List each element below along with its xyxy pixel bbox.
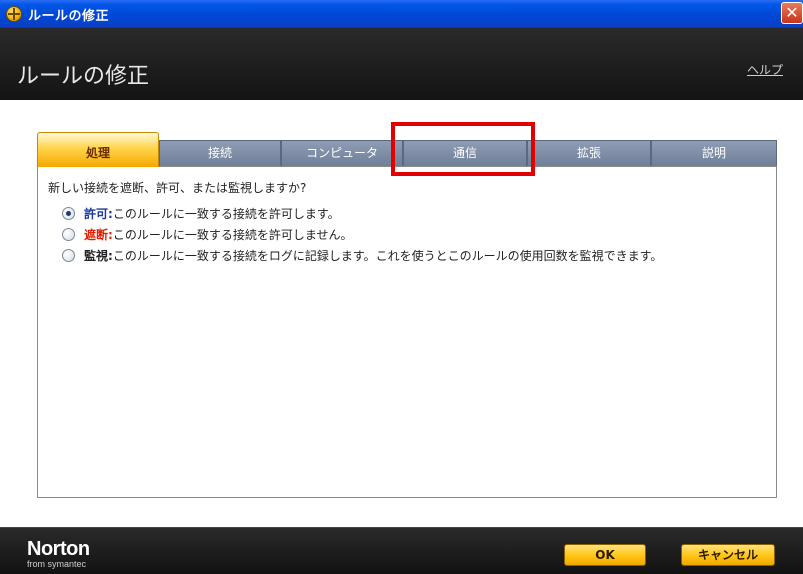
norton-logo: Norton (27, 538, 90, 560)
option-block-keyword: 遮断: (84, 228, 113, 242)
option-allow-keyword: 許可: (84, 207, 113, 221)
window-title: ルールの修正 (28, 9, 110, 24)
cancel-button[interactable]: キャンセル (681, 544, 775, 566)
tab-content-panel: 新しい接続を遮断、許可、または監視しますか? 許可:このルールに一致する接続を許… (37, 166, 777, 498)
option-monitor-label: このルールに一致する接続をログに記録します。これを使うとこのルールの使用回数を監… (112, 249, 663, 263)
dialog-footer: Norton from symantec OK キャンセル (0, 527, 803, 574)
option-monitor-keyword: 監視: (84, 249, 113, 263)
close-button[interactable]: ✕ (781, 2, 803, 24)
radio-block[interactable] (62, 228, 75, 241)
radio-monitor[interactable] (62, 249, 75, 262)
tab-advanced[interactable]: 拡張 (527, 140, 651, 166)
help-link[interactable]: ヘルプ (747, 61, 783, 78)
radio-allow[interactable] (62, 207, 75, 220)
tab-connection[interactable]: 接続 (159, 140, 281, 166)
tab-computers[interactable]: コンピュータ (281, 140, 403, 166)
question-text: 新しい接続を遮断、許可、または監視しますか? (48, 181, 307, 195)
page-title: ルールの修正 (17, 63, 150, 88)
dialog-header: ルールの修正 ヘルプ (0, 28, 803, 100)
norton-globe-icon (6, 6, 22, 22)
tab-description[interactable]: 説明 (651, 140, 777, 166)
ok-button[interactable]: OK (564, 544, 646, 566)
norton-logo-subtitle: from symantec (27, 559, 87, 569)
option-allow-label: このルールに一致する接続を許可します。 (112, 207, 340, 221)
tab-action[interactable]: 処理 (37, 132, 159, 167)
window-titlebar: ルールの修正 ✕ (0, 0, 803, 28)
option-block-label: このルールに一致する接続を許可しません。 (112, 228, 353, 242)
highlight-box (391, 122, 535, 176)
